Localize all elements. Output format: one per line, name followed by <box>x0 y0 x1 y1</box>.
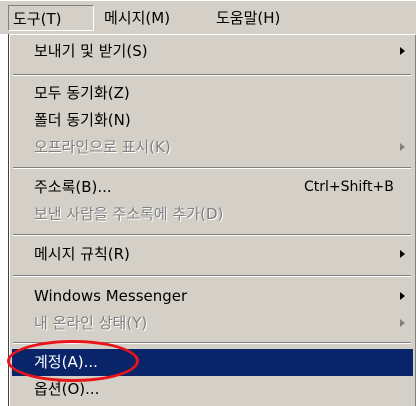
submenu-arrow-icon <box>400 292 405 300</box>
menu-item-label: 보낸 사람을 주소록에 추가(D) <box>34 205 224 223</box>
menu-item-online-status: 내 온라인 상태(Y) <box>12 310 413 337</box>
menu-item-label: 보내기 및 받기(S) <box>34 42 148 60</box>
menu-tools[interactable]: 도구(T) <box>8 5 94 31</box>
menu-separator <box>13 342 411 344</box>
submenu-arrow-icon <box>400 143 405 151</box>
menu-item-work-offline: 오프라인으로 표시(K) <box>12 134 413 161</box>
menu-item-address-book[interactable]: 주소록(B)... Ctrl+Shift+B <box>12 174 413 201</box>
menu-item-message-rules[interactable]: 메시지 규칙(R) <box>12 241 413 268</box>
menu-item-label: 모두 동기화(Z) <box>34 84 130 102</box>
tools-dropdown-menu: 보내기 및 받기(S) 모두 동기화(Z) 폴더 동기화(N) 오프라인으로 표… <box>8 34 416 406</box>
menu-item-sync-all[interactable]: 모두 동기화(Z) <box>12 80 413 107</box>
shortcut-text: Ctrl+Shift+B <box>304 179 394 195</box>
menu-item-add-sender: 보낸 사람을 주소록에 추가(D) <box>12 201 413 228</box>
menu-separator <box>13 275 411 277</box>
menu-item-send-receive[interactable]: 보내기 및 받기(S) <box>12 38 413 65</box>
screenshot-stage: 도구(T) 메시지(M) 도움말(H) 보내기 및 받기(S) 모두 동기화(Z… <box>0 0 416 406</box>
submenu-arrow-icon <box>400 319 405 327</box>
menu-item-label: 주소록(B)... <box>34 178 112 196</box>
menu-help[interactable]: 도움말(H) <box>212 5 284 31</box>
menu-separator <box>13 167 411 169</box>
menu-message[interactable]: 메시지(M) <box>100 5 174 31</box>
submenu-arrow-icon <box>400 47 405 55</box>
menu-item-accounts[interactable]: 계정(A)... <box>12 349 413 376</box>
menu-item-label: 계정(A)... <box>34 353 98 371</box>
menu-item-label: 오프라인으로 표시(K) <box>34 138 171 156</box>
menu-item-label: Windows Messenger <box>34 287 188 305</box>
menu-separator <box>13 234 411 236</box>
menu-item-label: 옵션(O)... <box>34 380 100 398</box>
menu-item-windows-messenger[interactable]: Windows Messenger <box>12 283 413 310</box>
menu-item-label: 메시지 규칙(R) <box>34 245 130 263</box>
menu-item-sync-folder[interactable]: 폴더 동기화(N) <box>12 107 413 134</box>
submenu-arrow-icon <box>400 250 405 258</box>
menu-bar: 도구(T) 메시지(M) 도움말(H) <box>0 0 416 34</box>
menu-item-label: 내 온라인 상태(Y) <box>34 314 148 332</box>
menu-item-options[interactable]: 옵션(O)... <box>12 376 413 403</box>
menu-item-label: 폴더 동기화(N) <box>34 111 131 129</box>
menu-separator <box>13 74 411 76</box>
